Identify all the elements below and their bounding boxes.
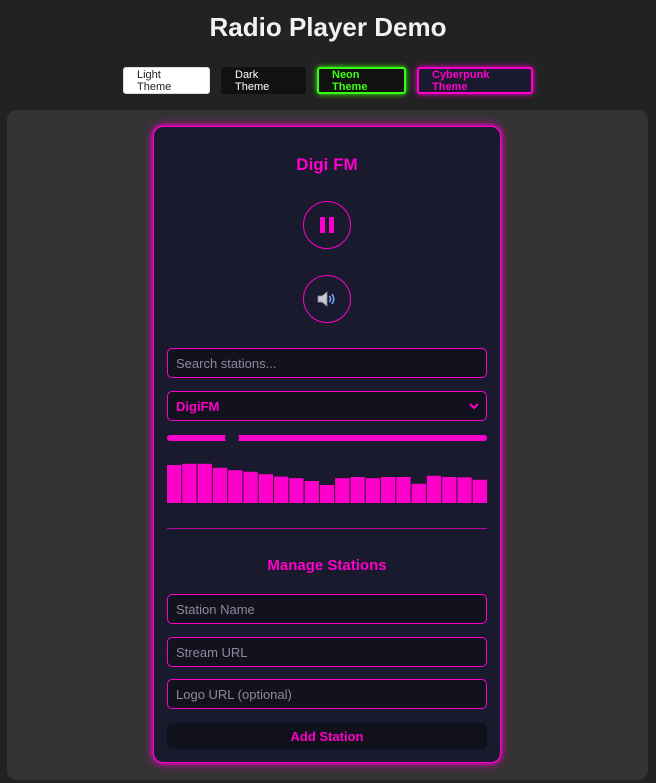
visualizer-bar	[228, 470, 243, 503]
neon-theme-button[interactable]: Neon Theme	[317, 67, 406, 94]
speaker-icon	[317, 291, 335, 307]
chevron-down-icon	[469, 403, 479, 410]
volume-slider[interactable]	[167, 431, 487, 445]
section-divider	[167, 528, 487, 529]
visualizer-bar	[472, 479, 487, 503]
play-pause-button[interactable]	[303, 201, 351, 249]
visualizer-bar	[243, 471, 258, 503]
theme-switcher: Light Theme Dark Theme Neon Theme Cyberp…	[0, 67, 656, 94]
visualizer-bar	[182, 463, 197, 503]
visualizer-bar	[319, 485, 335, 503]
visualizer-bar	[212, 467, 228, 503]
audio-visualizer	[167, 463, 487, 503]
pause-icon	[320, 217, 334, 233]
visualizer-bar	[350, 477, 365, 503]
station-name: Digi FM	[296, 155, 358, 174]
stream-url-input[interactable]	[167, 637, 487, 667]
selected-station: DigiFM	[176, 398, 220, 414]
page-title: Radio Player Demo	[209, 12, 447, 42]
visualizer-bar	[442, 477, 457, 503]
volume-button[interactable]	[303, 275, 351, 323]
visualizer-bar	[457, 477, 472, 503]
visualizer-bar	[335, 478, 350, 503]
logo-url-input[interactable]	[167, 679, 487, 709]
visualizer-bar	[426, 475, 442, 503]
volume-slider-thumb[interactable]	[225, 431, 240, 445]
station-select[interactable]: DigiFM	[167, 391, 487, 421]
light-theme-button[interactable]: Light Theme	[123, 67, 210, 94]
visualizer-bar	[197, 463, 212, 503]
dark-theme-button[interactable]: Dark Theme	[221, 67, 306, 94]
visualizer-bar	[411, 483, 426, 503]
radio-player: Digi FM DigiFM Manage Stations Add Stati…	[153, 126, 501, 763]
visualizer-bar	[289, 478, 304, 503]
manage-stations-title: Manage Stations	[267, 557, 387, 574]
visualizer-bar	[365, 478, 380, 503]
add-station-button[interactable]: Add Station	[167, 723, 487, 749]
cyberpunk-theme-button[interactable]: Cyberpunk Theme	[417, 67, 533, 94]
volume-slider-track	[167, 435, 487, 441]
visualizer-bar	[167, 465, 182, 503]
station-name-input[interactable]	[167, 594, 487, 624]
visualizer-bar	[381, 477, 396, 503]
station-search-input[interactable]	[167, 348, 487, 378]
visualizer-bar	[258, 474, 273, 503]
visualizer-bar	[274, 476, 289, 503]
visualizer-bar	[304, 481, 319, 503]
visualizer-bar	[396, 477, 411, 503]
